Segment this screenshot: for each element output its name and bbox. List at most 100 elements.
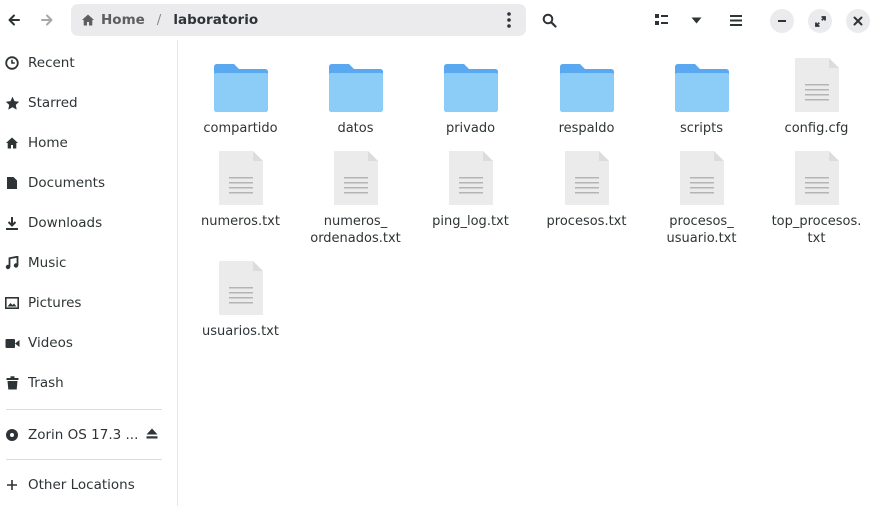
sidebar-item-videos[interactable]: Videos: [0, 324, 178, 362]
file-name-label: config.cfg: [784, 121, 849, 136]
disc-icon: [4, 427, 20, 443]
sidebar-item-downloads[interactable]: Downloads: [0, 204, 178, 242]
close-button[interactable]: [846, 9, 870, 33]
list-view-icon: [654, 14, 668, 25]
breadcrumb-home[interactable]: Home: [101, 12, 145, 28]
file-name-label: usuarios.txt: [202, 324, 279, 339]
sidebar-divider: [6, 459, 162, 460]
sidebar-item-label: Other Locations: [28, 477, 135, 493]
folder-item[interactable]: compartido: [183, 52, 298, 137]
view-options-button[interactable]: [682, 5, 710, 35]
trash-icon: [4, 375, 20, 391]
home-icon: [4, 135, 20, 151]
folder-item[interactable]: datos: [298, 52, 413, 137]
minimize-icon: [778, 20, 786, 22]
back-button[interactable]: [0, 5, 28, 35]
sidebar-item-documents[interactable]: Documents: [0, 164, 178, 202]
view-toggle-button[interactable]: [647, 5, 675, 35]
close-icon: [853, 16, 863, 26]
file-name-label: datos: [337, 121, 374, 136]
eject-icon[interactable]: [146, 427, 158, 443]
text-file-icon: [644, 145, 759, 207]
sidebar-divider: [6, 409, 162, 410]
header-bar: Home / laboratorio: [0, 0, 872, 40]
file-item[interactable]: usuarios.txt: [183, 255, 298, 340]
file-name-label: procesos_ usuario.txt: [666, 214, 737, 246]
sidebar-item-starred[interactable]: Starred: [0, 84, 178, 122]
file-name-label: top_procesos. txt: [771, 214, 862, 246]
download-icon: [4, 215, 20, 231]
sidebar-item-label: Trash: [28, 375, 64, 391]
main-menu-button[interactable]: [722, 5, 750, 35]
text-file-icon: [759, 145, 872, 207]
sidebar-item-other-locations[interactable]: Other Locations: [0, 466, 178, 504]
star-icon: [4, 95, 20, 111]
sidebar-item-home[interactable]: Home: [0, 124, 178, 162]
text-file-icon: [183, 145, 298, 207]
search-button[interactable]: [535, 5, 563, 35]
text-file-icon: [529, 145, 644, 207]
file-item[interactable]: top_procesos. txt: [759, 145, 872, 247]
path-bar: Home / laboratorio: [71, 4, 526, 36]
file-name-label: scripts: [680, 121, 723, 136]
sidebar-item-pictures[interactable]: Pictures: [0, 284, 178, 322]
document-icon: [4, 175, 20, 191]
folder-icon: [413, 52, 528, 114]
folder-icon: [183, 52, 298, 114]
file-item[interactable]: procesos.txt: [529, 145, 644, 230]
file-name-label: compartido: [203, 121, 278, 136]
music-icon: [4, 255, 20, 271]
file-name-label: procesos.txt: [546, 214, 627, 229]
sidebar: Recent Starred Home Documents Downloads …: [0, 40, 178, 506]
sidebar-item-label: Videos: [28, 335, 73, 351]
sidebar-item-label: Music: [28, 255, 67, 271]
text-file-icon: [759, 52, 872, 114]
clock-icon: [4, 55, 20, 71]
folder-item[interactable]: respaldo: [529, 52, 644, 137]
arrow-left-icon: [8, 14, 20, 26]
forward-button[interactable]: [33, 5, 61, 35]
file-name-label: respaldo: [558, 121, 615, 136]
text-file-icon: [298, 145, 413, 207]
folder-item[interactable]: privado: [413, 52, 528, 137]
video-icon: [4, 335, 20, 351]
file-grid: compartido datos privado respaldo scripts con…: [179, 40, 872, 506]
file-item[interactable]: numeros.txt: [183, 145, 298, 230]
file-name-label: ping_log.txt: [432, 214, 509, 229]
file-item[interactable]: numeros_ ordenados.txt: [298, 145, 413, 247]
vertical-dots-icon: [507, 12, 511, 28]
file-item[interactable]: ping_log.txt: [413, 145, 528, 230]
file-name-label: numeros_ ordenados.txt: [310, 214, 401, 246]
text-file-icon: [413, 145, 528, 207]
sidebar-item-label: Home: [28, 135, 68, 151]
breadcrumb-current[interactable]: laboratorio: [173, 12, 258, 28]
file-name-label: numeros.txt: [201, 214, 280, 229]
text-file-icon: [183, 255, 298, 317]
sidebar-item-music[interactable]: Music: [0, 244, 178, 282]
sidebar-item-trash[interactable]: Trash: [0, 364, 178, 402]
folder-icon: [298, 52, 413, 114]
home-icon[interactable]: [81, 13, 95, 27]
sidebar-item-device[interactable]: Zorin OS 17.3 ...: [0, 416, 178, 454]
search-icon: [542, 13, 557, 28]
sidebar-item-label: Pictures: [28, 295, 82, 311]
maximize-icon: [814, 15, 826, 27]
picture-icon: [4, 295, 20, 311]
sidebar-item-label: Recent: [28, 55, 75, 71]
sidebar-item-recent[interactable]: Recent: [0, 44, 178, 82]
sidebar-item-label: Documents: [28, 175, 105, 191]
folder-item[interactable]: scripts: [644, 52, 759, 137]
file-item[interactable]: procesos_ usuario.txt: [644, 145, 759, 247]
chevron-down-icon: [691, 17, 701, 23]
hamburger-menu-icon: [730, 14, 742, 26]
sidebar-item-label: Starred: [28, 95, 78, 111]
minimize-button[interactable]: [770, 9, 794, 33]
arrow-right-icon: [41, 14, 53, 26]
breadcrumb-separator: /: [156, 12, 162, 28]
folder-icon: [529, 52, 644, 114]
maximize-button[interactable]: [808, 9, 832, 33]
file-item[interactable]: config.cfg: [759, 52, 872, 137]
plus-icon: [4, 477, 20, 493]
path-menu-button[interactable]: [498, 8, 520, 32]
file-name-label: privado: [445, 121, 496, 136]
